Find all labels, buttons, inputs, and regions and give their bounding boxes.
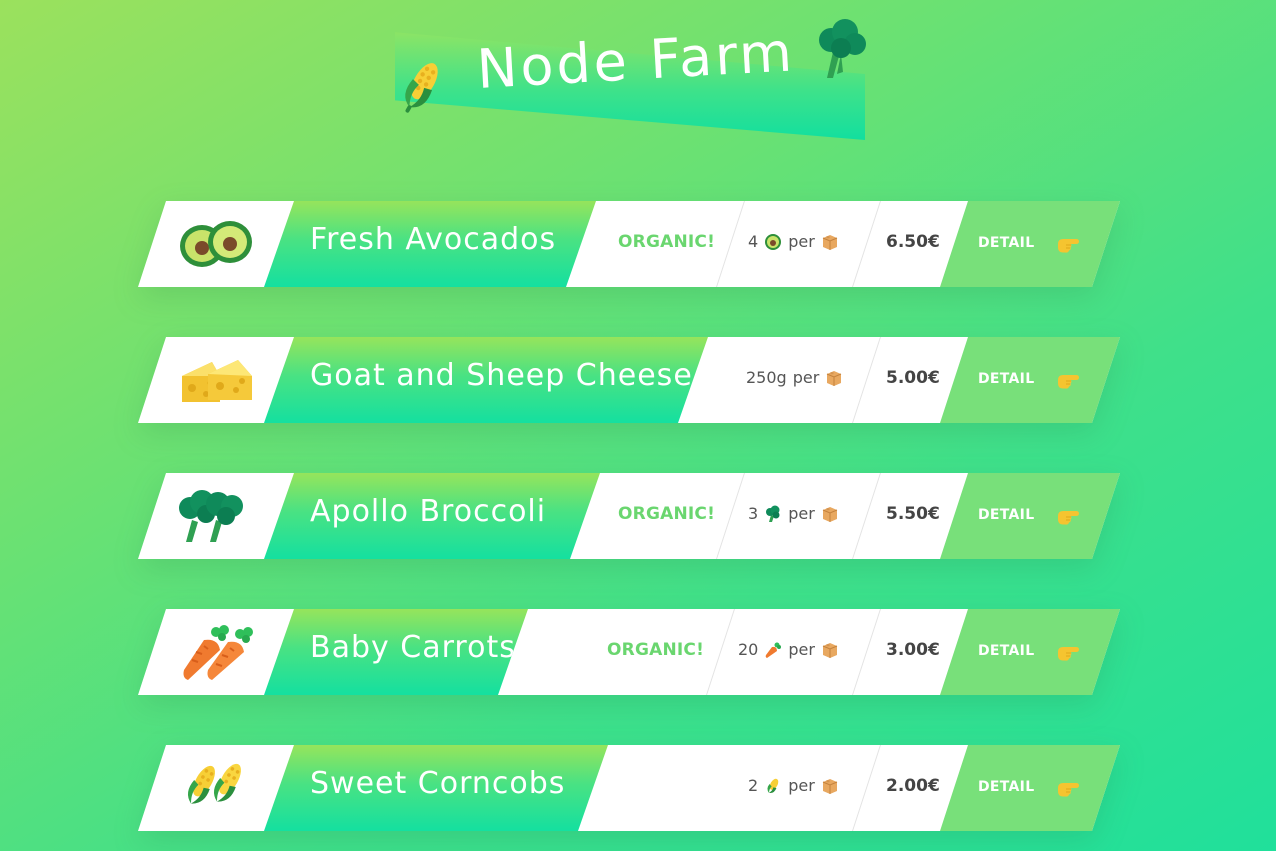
quantity-amount: 250g — [746, 368, 787, 387]
broccoli-icon — [168, 481, 264, 551]
product-card[interactable]: Sweet Corncobs 2 per 2.00€ DETAIL — [138, 745, 1120, 831]
product-price: 2.00€ — [886, 776, 940, 796]
detail-button[interactable]: DETAIL — [940, 337, 1120, 423]
quantity-per: per — [788, 776, 815, 795]
quantity: 250g per — [746, 368, 843, 387]
quantity-amount: 20 — [738, 640, 759, 659]
pointing-hand-icon — [1056, 776, 1080, 802]
product-name: Apollo Broccoli — [310, 494, 547, 529]
broccoli-icon — [764, 505, 782, 523]
quantity-amount: 2 — [748, 776, 759, 795]
quantity-per: per — [788, 232, 815, 251]
pointing-hand-icon — [1056, 640, 1080, 666]
corn-icon — [764, 777, 782, 795]
pointing-hand-icon — [1056, 368, 1080, 394]
quantity-amount: 4 — [748, 232, 759, 251]
product-name-band: Baby Carrots — [264, 609, 528, 695]
product-name: Baby Carrots — [310, 630, 516, 665]
product-list: Fresh Avocados ORGANIC! 4 per 6.50€ DETA… — [0, 0, 1276, 851]
product-card[interactable]: Baby Carrots ORGANIC! 20 per 3.00€ DETAI… — [138, 609, 1120, 695]
product-card[interactable]: Apollo Broccoli ORGANIC! 3 per 5.50€ DET… — [138, 473, 1120, 559]
quantity-per: per — [792, 368, 820, 387]
pointing-hand-icon — [1056, 504, 1080, 530]
detail-button[interactable]: DETAIL — [940, 609, 1120, 695]
detail-label: DETAIL — [978, 779, 1035, 795]
product-name-band: Sweet Corncobs — [264, 745, 608, 831]
cheese-icon — [168, 345, 264, 415]
quantity: 20 per — [738, 640, 839, 659]
organic-label: ORGANIC! — [607, 640, 705, 660]
detail-label: DETAIL — [978, 371, 1035, 387]
product-price: 5.50€ — [886, 504, 940, 524]
box-icon — [821, 233, 839, 251]
detail-label: DETAIL — [978, 507, 1035, 523]
product-name: Sweet Corncobs — [310, 766, 566, 801]
organic-label: ORGANIC! — [618, 504, 716, 524]
product-name: Fresh Avocados — [310, 222, 557, 257]
product-price: 6.50€ — [886, 232, 940, 252]
product-card[interactable]: Goat and Sheep Cheese 250g per 5.00€ DET… — [138, 337, 1120, 423]
box-icon — [821, 641, 839, 659]
corn-icon — [168, 753, 264, 823]
quantity: 3 per — [748, 504, 839, 523]
detail-label: DETAIL — [978, 235, 1035, 251]
box-icon — [821, 777, 839, 795]
box-icon — [825, 369, 843, 387]
avocado-icon — [764, 233, 782, 251]
quantity: 2 per — [748, 776, 839, 795]
detail-button[interactable]: DETAIL — [940, 745, 1120, 831]
detail-label: DETAIL — [978, 643, 1035, 659]
product-name-band: Goat and Sheep Cheese — [264, 337, 708, 423]
quantity-per: per — [788, 640, 815, 659]
product-name-band: Fresh Avocados — [264, 201, 596, 287]
quantity: 4 per — [748, 232, 839, 251]
quantity-per: per — [788, 504, 815, 523]
carrot-icon — [764, 641, 782, 659]
avocado-icon — [168, 209, 264, 279]
box-icon — [821, 505, 839, 523]
product-name-band: Apollo Broccoli — [264, 473, 600, 559]
pointing-hand-icon — [1056, 232, 1080, 258]
detail-button[interactable]: DETAIL — [940, 201, 1120, 287]
organic-label: ORGANIC! — [618, 232, 716, 252]
product-card[interactable]: Fresh Avocados ORGANIC! 4 per 6.50€ DETA… — [138, 201, 1120, 287]
quantity-amount: 3 — [748, 504, 759, 523]
product-name: Goat and Sheep Cheese — [310, 358, 693, 393]
product-price: 5.00€ — [886, 368, 940, 388]
product-price: 3.00€ — [886, 640, 940, 660]
detail-button[interactable]: DETAIL — [940, 473, 1120, 559]
carrot-icon — [168, 617, 264, 687]
